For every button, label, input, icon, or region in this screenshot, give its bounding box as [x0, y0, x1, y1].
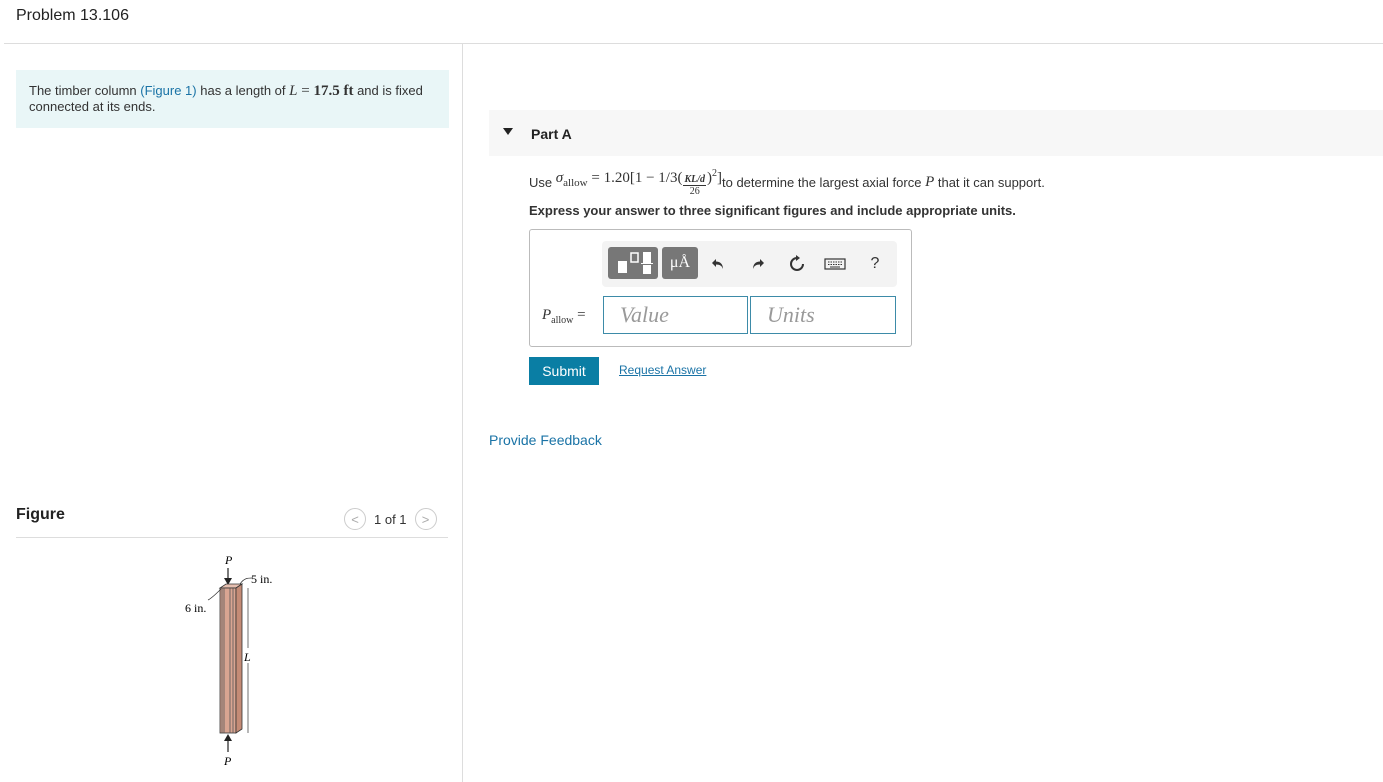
collapse-caret-icon[interactable]	[503, 128, 513, 135]
part-a-label: Part A	[531, 126, 572, 142]
column-side-face	[235, 583, 243, 734]
figure-pager: < 1 of 1 >	[344, 508, 437, 530]
figure-link[interactable]: (Figure 1)	[140, 83, 196, 98]
intro-text-mid: has a length of	[196, 83, 290, 98]
question-equation: σallow = 1.20[1 − 1/3(KL/d 26)2]	[555, 168, 722, 197]
header-divider	[4, 43, 1383, 44]
templates-button[interactable]	[608, 247, 658, 279]
length-value: 17.5	[313, 83, 340, 99]
pager-prev-button[interactable]: <	[344, 508, 366, 530]
width-label: 6 in.	[185, 601, 206, 615]
reset-icon[interactable]	[785, 252, 809, 276]
figure-heading: Figure	[16, 506, 65, 523]
part-a-header[interactable]: Part A	[489, 110, 1383, 156]
answer-variable: Pallow =	[542, 307, 586, 326]
length-unit: ft	[339, 83, 354, 99]
force-variable: P	[925, 174, 935, 190]
math-toolbar: μÅ ?	[602, 241, 897, 287]
answer-instruction: Express your answer to three significant…	[529, 203, 1016, 218]
submit-button[interactable]: Submit	[529, 357, 599, 385]
figure-divider	[16, 537, 448, 538]
question-text-mid: to determine the largest axial force	[722, 175, 922, 190]
help-button[interactable]: ?	[863, 252, 887, 276]
units-button[interactable]: μÅ	[662, 247, 698, 279]
question-text-end: that it can support.	[937, 175, 1045, 190]
depth-label: 5 in.	[251, 572, 272, 586]
keyboard-icon[interactable]	[823, 252, 847, 276]
length-label: L	[243, 650, 251, 664]
answer-box: μÅ ? Pallow =	[529, 229, 912, 347]
intro-text-before: The timber column	[29, 83, 141, 98]
pager-next-button[interactable]: >	[414, 508, 437, 530]
problem-statement: The timber column (Figure 1) has a lengt…	[16, 70, 449, 128]
provide-feedback-link[interactable]: Provide Feedback	[489, 432, 602, 448]
page-title: Problem 13.106	[16, 7, 129, 24]
bottom-force-label: P	[223, 754, 232, 768]
templates-icon	[618, 252, 653, 274]
pager-count: 1 of 1	[374, 511, 407, 527]
request-answer-link[interactable]: Request Answer	[619, 363, 706, 377]
value-input[interactable]	[603, 296, 748, 334]
top-force-label: P	[224, 553, 233, 567]
column-divider	[462, 44, 463, 782]
undo-icon[interactable]	[706, 252, 730, 276]
part-a-question: Use σallow = 1.20[1 − 1/3(KL/d 26)2] to d…	[529, 168, 1045, 197]
timber-column-figure: P 5 in. 6 in. L P	[185, 553, 272, 768]
redo-icon[interactable]	[746, 252, 770, 276]
length-variable: L =	[289, 83, 314, 99]
units-input[interactable]	[750, 296, 896, 334]
question-use: Use	[529, 175, 553, 190]
